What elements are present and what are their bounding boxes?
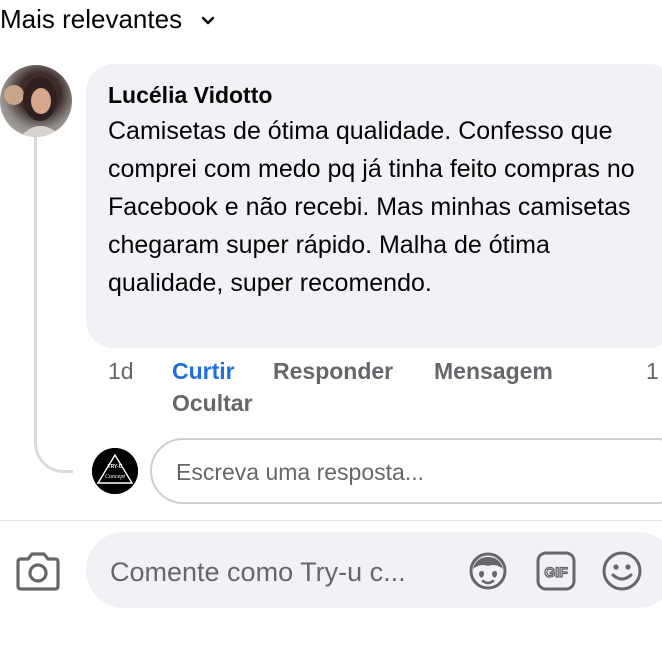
gif-icon[interactable]: GIF xyxy=(534,549,578,593)
comment-bubble: Lucélia Vidotto Camisetas de ótima quali… xyxy=(86,64,662,348)
comment-input[interactable] xyxy=(108,552,472,592)
thread-connector xyxy=(34,136,73,473)
emoji-icon[interactable] xyxy=(600,549,644,593)
avatar-photo xyxy=(4,77,62,137)
chevron-down-icon xyxy=(201,16,215,24)
comment-text: Camisetas de ótima qualidade. Confesso q… xyxy=(108,117,635,297)
reply-input[interactable] xyxy=(174,454,658,490)
reply-box[interactable] xyxy=(150,438,662,504)
message-button[interactable]: Mensagem xyxy=(434,358,553,385)
comment-author[interactable]: Lucélia Vidotto xyxy=(108,80,662,110)
sort-dropdown[interactable]: Mais relevantes xyxy=(0,4,216,35)
divider xyxy=(0,520,662,521)
hide-button[interactable]: Ocultar xyxy=(172,390,253,417)
page-avatar: TRY-U Concept xyxy=(92,448,138,494)
reaction-count[interactable]: 1 xyxy=(646,358,659,385)
page-logo-icon: TRY-U Concept xyxy=(92,448,138,494)
sort-label: Mais relevantes xyxy=(0,4,183,34)
comment-composer[interactable]: GIF xyxy=(86,532,662,608)
camera-icon[interactable] xyxy=(14,550,62,592)
avatar-sticker-icon[interactable] xyxy=(466,549,510,593)
svg-text:GIF: GIF xyxy=(544,564,568,580)
commenter-avatar[interactable] xyxy=(0,65,72,137)
like-button[interactable]: Curtir xyxy=(172,358,235,385)
comment-timestamp[interactable]: 1d xyxy=(108,358,134,385)
reply-button[interactable]: Responder xyxy=(273,358,393,385)
svg-text:TRY-U: TRY-U xyxy=(108,464,123,470)
svg-text:Concept: Concept xyxy=(105,474,125,480)
